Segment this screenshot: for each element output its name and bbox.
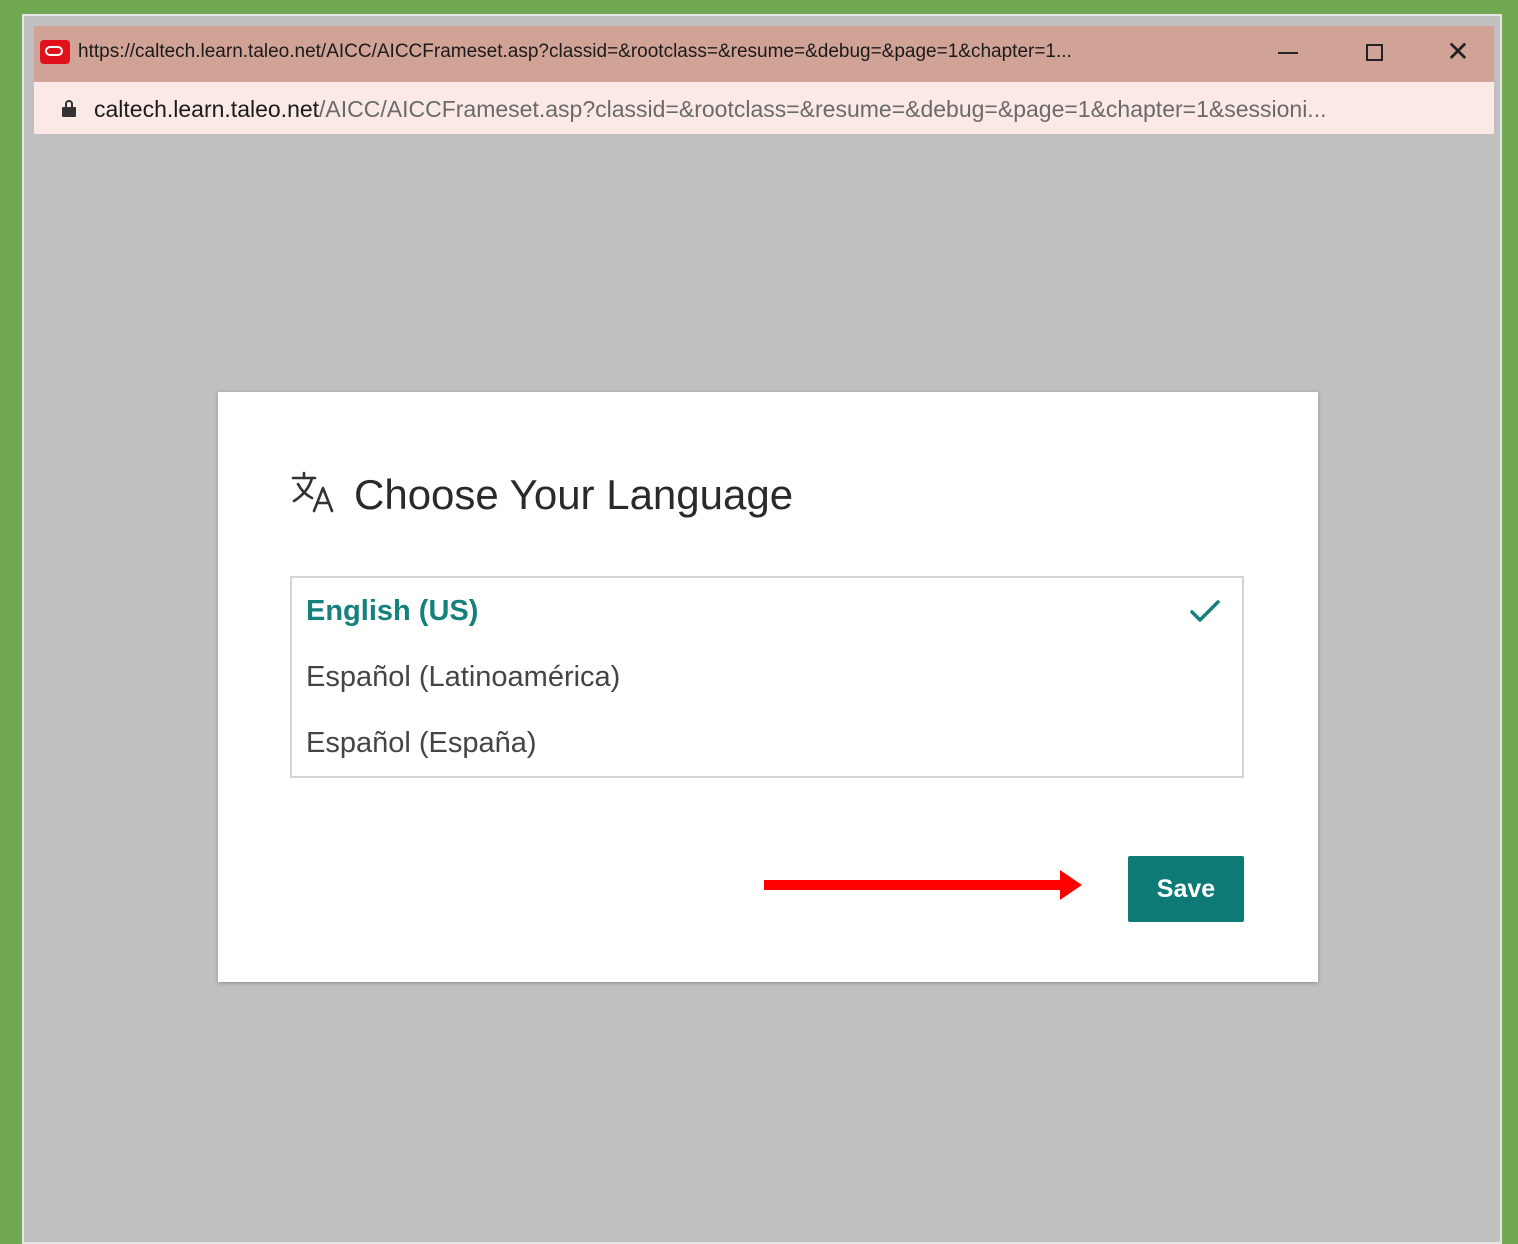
language-list: English (US) Español (Latinoamérica) Esp… bbox=[290, 576, 1244, 778]
lock-icon bbox=[62, 100, 76, 117]
close-icon: ✕ bbox=[1446, 35, 1470, 68]
maximize-button[interactable] bbox=[1352, 32, 1396, 72]
language-label: English (US) bbox=[306, 595, 479, 627]
url-text[interactable]: caltech.learn.taleo.net/AICC/AICCFramese… bbox=[94, 95, 1479, 123]
window-title: https://caltech.learn.taleo.net/AICC/AIC… bbox=[78, 41, 1072, 62]
oracle-app-icon bbox=[40, 40, 70, 64]
language-label: Español (España) bbox=[306, 727, 537, 759]
minimize-icon bbox=[1278, 51, 1298, 54]
red-arrow-annotation bbox=[764, 870, 1082, 900]
minimize-button[interactable] bbox=[1266, 32, 1310, 72]
browser-window: https://caltech.learn.taleo.net/AICC/AIC… bbox=[22, 14, 1502, 1244]
maximize-icon bbox=[1365, 44, 1383, 61]
translate-icon bbox=[291, 471, 334, 513]
check-icon bbox=[1190, 600, 1220, 622]
language-label: Español (Latinoamérica) bbox=[306, 661, 621, 693]
language-option-english-us[interactable]: English (US) bbox=[292, 578, 1242, 644]
language-dialog: Choose Your Language English (US) Españo… bbox=[218, 392, 1318, 982]
dialog-title: Choose Your Language bbox=[354, 471, 794, 518]
url-path: /AICC/AICCFrameset.asp?classid=&rootclas… bbox=[319, 96, 1327, 122]
address-bar[interactable]: caltech.learn.taleo.net/AICC/AICCFramese… bbox=[34, 82, 1494, 134]
language-option-espanol-espana[interactable]: Español (España) bbox=[292, 710, 1242, 776]
save-button[interactable]: Save bbox=[1128, 856, 1244, 922]
url-host: caltech.learn.taleo.net bbox=[94, 96, 320, 122]
title-bar: https://caltech.learn.taleo.net/AICC/AIC… bbox=[34, 26, 1494, 82]
close-button[interactable]: ✕ bbox=[1436, 32, 1480, 72]
language-option-espanol-latinoamerica[interactable]: Español (Latinoamérica) bbox=[292, 644, 1242, 710]
